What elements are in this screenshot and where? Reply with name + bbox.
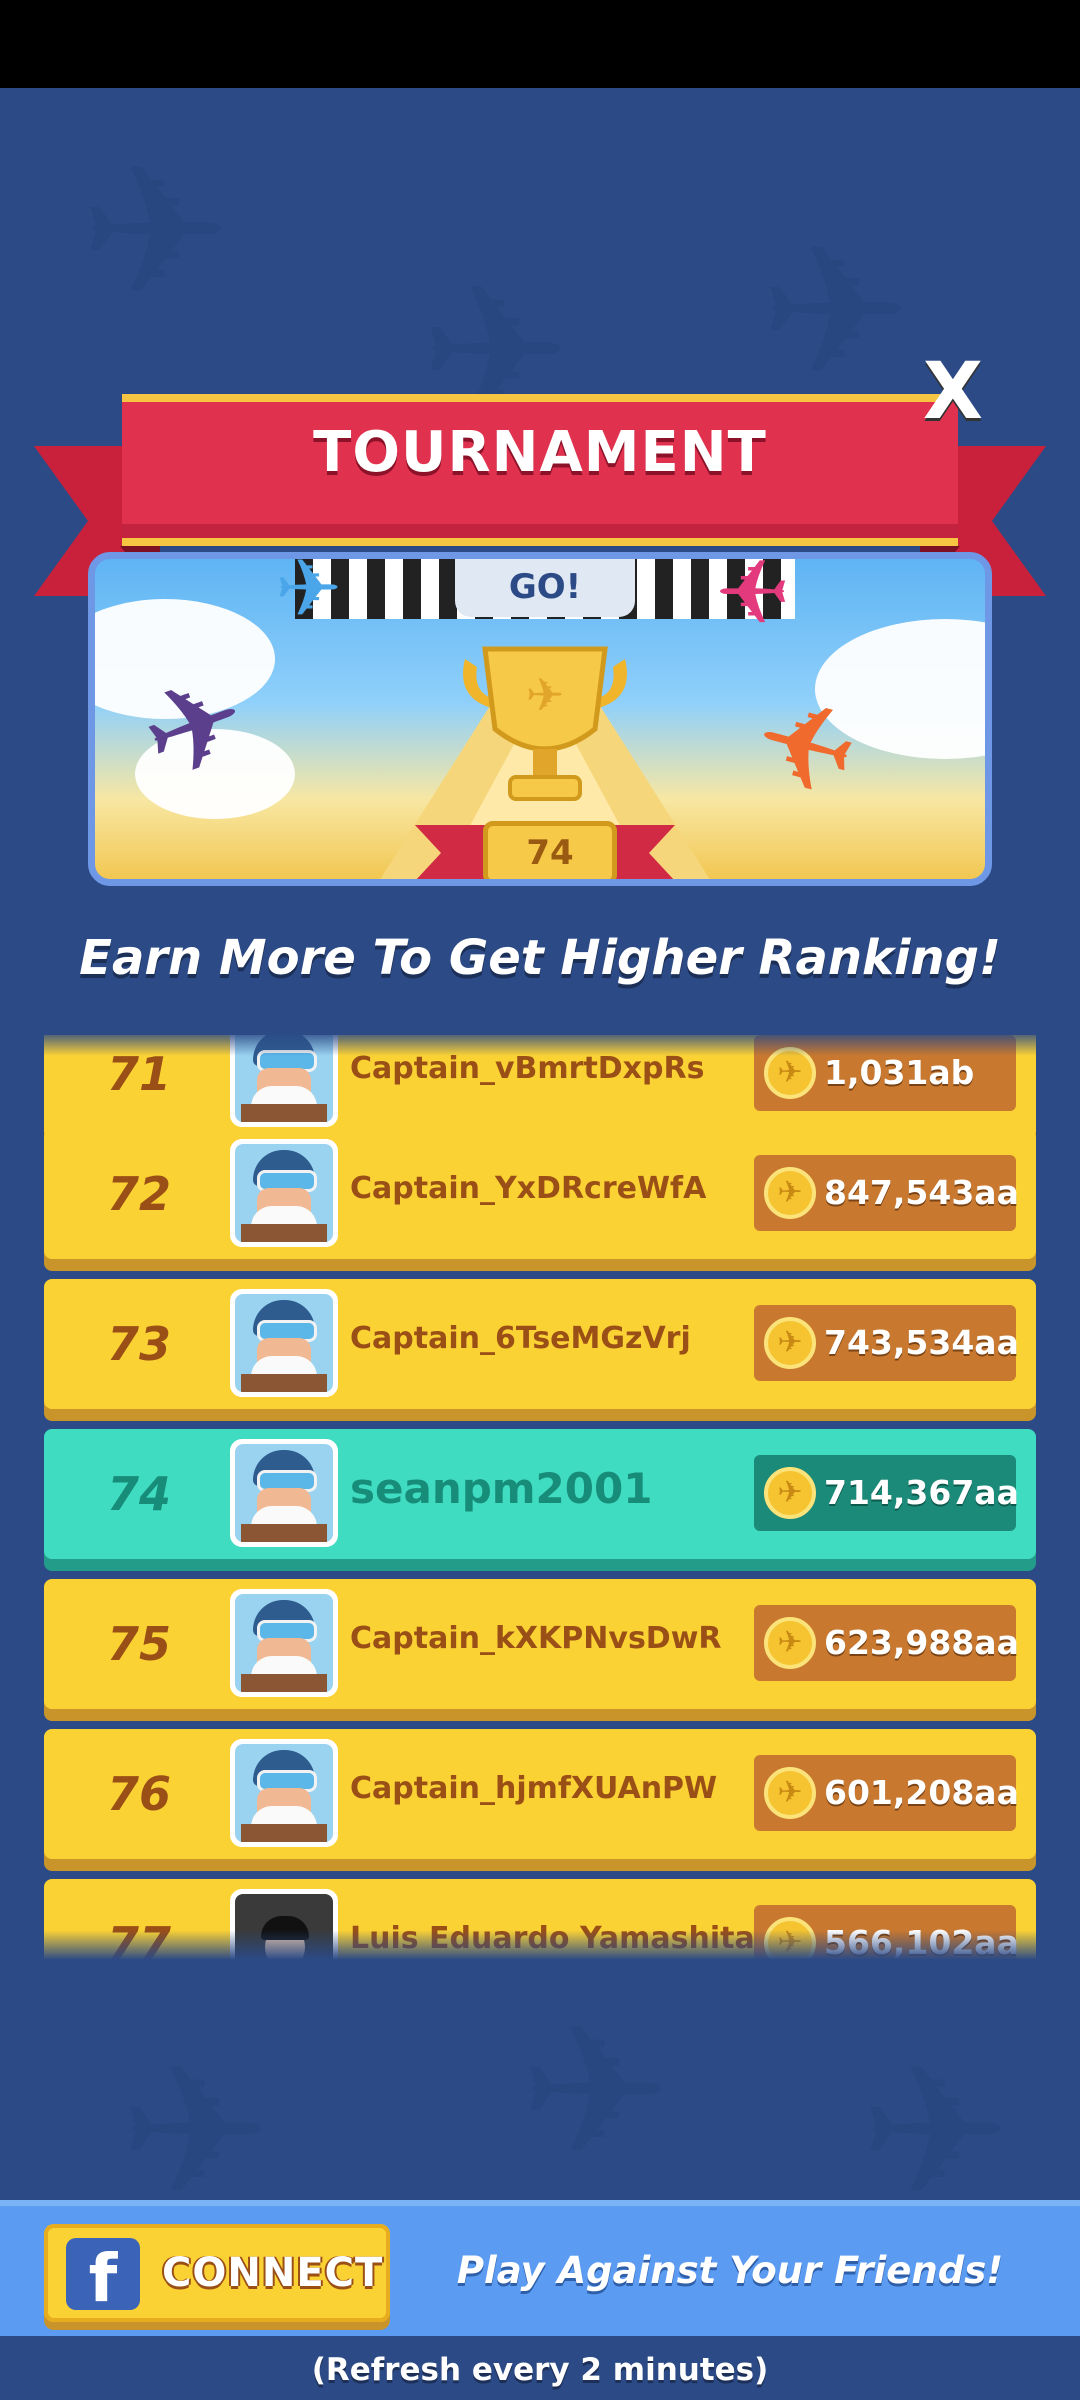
score-box: ✈ 623,988aa: [754, 1605, 1019, 1681]
score-box: ✈ 714,367aa: [754, 1455, 1019, 1531]
avatar: [230, 1439, 338, 1547]
avatar: [230, 1589, 338, 1697]
facebook-icon: f: [66, 2238, 140, 2310]
close-button[interactable]: X: [920, 352, 986, 432]
friends-bar: f CONNECT Play Against Your Friends!: [0, 2200, 1080, 2336]
player-name: Captain_kXKPNvsDwR: [350, 1621, 722, 1656]
score-box: ✈ 847,543aa: [754, 1155, 1019, 1231]
score-value: 623,988aa: [824, 1623, 1019, 1662]
ranking-subtitle: Earn More To Get Higher Ranking!: [79, 930, 1001, 986]
svg-text:✈: ✈: [526, 668, 565, 722]
player-name: Captain_YxDRcreWfA: [350, 1171, 707, 1206]
coin-icon: ✈: [764, 1167, 816, 1219]
facebook-connect-button[interactable]: f CONNECT: [44, 2224, 390, 2322]
rank-number: 74: [106, 1467, 171, 1521]
orange-plane-icon: ✈: [738, 668, 872, 829]
player-name: Captain_hjmfXUAnPW: [350, 1771, 718, 1806]
blue-plane-icon: ✈: [275, 552, 343, 635]
tournament-banner: GO! ✈ ✈ ✈ ✈ ✈ 74: [88, 552, 992, 886]
leaderboard-row: 76 Captain_hjmfXUAnPW ✈ 601,208aa: [44, 1729, 1036, 1859]
coin-icon: ✈: [764, 1317, 816, 1369]
leaderboard-row-current-player: 74 seanpm2001 ✈ 714,367aa: [44, 1429, 1036, 1559]
score-value: 847,543aa: [824, 1173, 1019, 1212]
airplane-icon: ✈: [520, 1988, 671, 2197]
coin-icon: ✈: [764, 1467, 816, 1519]
status-bar: [0, 0, 1080, 88]
coin-icon: ✈: [764, 1617, 816, 1669]
leaderboard-row: 73 Captain_6TseMGzVrj ✈ 743,534aa: [44, 1279, 1036, 1409]
avatar: [230, 1289, 338, 1397]
rank-number: 76: [106, 1767, 171, 1821]
trophy-icon: ✈: [463, 646, 627, 801]
score-value: 601,208aa: [824, 1773, 1019, 1812]
refresh-note: (Refresh every 2 minutes): [311, 2352, 769, 2388]
go-sign: GO!: [455, 559, 635, 617]
score-value: 743,534aa: [824, 1323, 1019, 1362]
play-friends-text: Play Against Your Friends!: [456, 2249, 1004, 2292]
airplane-icon: ✈: [80, 128, 231, 337]
rank-number: 75: [106, 1617, 171, 1671]
rank-number: 73: [106, 1317, 171, 1371]
coin-icon: ✈: [764, 1767, 816, 1819]
score-box: ✈ 743,534aa: [754, 1305, 1019, 1381]
airplane-icon: ✈: [760, 208, 911, 417]
leaderboard-row: 75 Captain_kXKPNvsDwR ✈ 623,988aa: [44, 1579, 1036, 1709]
avatar: [230, 1139, 338, 1247]
avatar: [230, 1739, 338, 1847]
pink-plane-icon: ✈: [715, 552, 791, 646]
rank-number: 72: [106, 1167, 171, 1221]
leaderboard-row: 72 Captain_YxDRcreWfA ✈ 847,543aa: [44, 1129, 1036, 1259]
player-name: seanpm2001: [350, 1464, 653, 1513]
player-name: Captain_6TseMGzVrj: [350, 1321, 691, 1356]
leaderboard-list[interactable]: 71 Captain_vBmrtDxpRs ✈ 1,031ab 72 Captai…: [0, 1035, 1080, 1959]
score-value: 714,367aa: [824, 1473, 1019, 1512]
connect-label: CONNECT: [162, 2250, 384, 2296]
popup-title: TOURNAMENT: [313, 420, 767, 485]
score-box: ✈ 601,208aa: [754, 1755, 1019, 1831]
trophy-rank-badge: 74: [483, 821, 617, 879]
